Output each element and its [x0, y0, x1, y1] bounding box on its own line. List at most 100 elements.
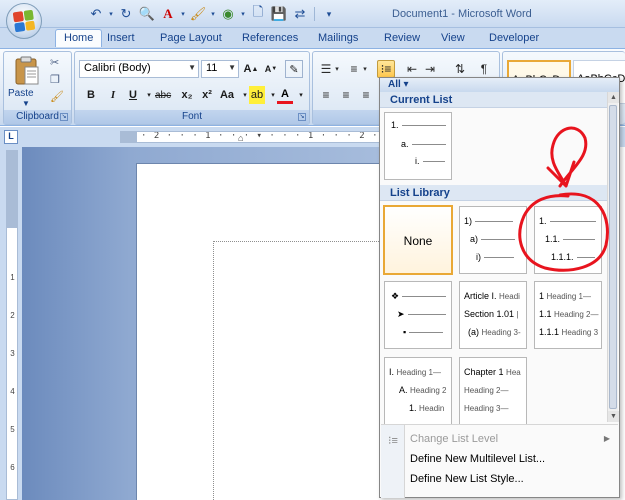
list-library-heading: List Library: [380, 185, 607, 201]
chevron-down-icon[interactable]: ▾: [333, 60, 341, 78]
multilevel-list-dropdown: All ▾ Current List 1. a. i. List Library…: [379, 77, 620, 498]
chevron-down-icon[interactable]: ▼: [228, 63, 236, 72]
ribbon-tabs: Home Insert Page Layout References Maili…: [0, 28, 625, 48]
office-button[interactable]: [6, 3, 42, 39]
list-tile-paren[interactable]: 1) a) i): [459, 206, 527, 274]
tab-home[interactable]: Home: [55, 29, 103, 47]
scroll-down-icon[interactable]: ▼: [608, 411, 619, 422]
show-formatting-icon[interactable]: ¶: [475, 60, 493, 78]
tab-page-layout[interactable]: Page Layout: [152, 30, 230, 48]
clipboard-launcher-icon[interactable]: ↘: [60, 113, 68, 121]
filter-all-dropdown[interactable]: All ▾: [388, 79, 409, 90]
menu-separator: [381, 424, 618, 425]
font-group: Calibri (Body) ▼ 11 ▼ A ▲ A ▼ ✎ B I U ▾ abc …: [74, 51, 310, 125]
clear-formatting-icon[interactable]: ✎: [285, 60, 303, 78]
superscript-button[interactable]: x²: [199, 86, 215, 104]
change-list-level-item[interactable]: ⁝≡ Change List Level ▶: [381, 430, 618, 450]
save-icon[interactable]: 💾: [270, 5, 288, 23]
square-bullet-icon: ▪: [403, 327, 407, 337]
indent-marker-icon[interactable]: ⌂: [238, 133, 243, 143]
arrow-bullet-icon: ➤: [397, 308, 405, 319]
font-launcher-icon[interactable]: ↘: [298, 113, 306, 121]
dropdown-header: All ▾: [380, 78, 619, 92]
chevron-down-icon[interactable]: ▾: [361, 60, 369, 78]
highlight-icon[interactable]: ab: [249, 86, 265, 104]
scroll-up-icon[interactable]: ▲: [608, 92, 619, 103]
format-painter-icon[interactable]: 🖌: [50, 90, 64, 104]
current-list-heading: Current List: [380, 92, 607, 108]
new-document-icon[interactable]: 🗋: [249, 4, 267, 23]
ruler-tick: 2: [10, 311, 15, 320]
dropdown-icon[interactable]: ▾: [180, 5, 186, 23]
current-list-tile[interactable]: 1. a. i.: [384, 112, 452, 180]
undo-icon[interactable]: ↶: [87, 5, 105, 23]
underline-button[interactable]: U: [125, 86, 141, 104]
cut-icon[interactable]: ✂: [50, 56, 64, 70]
list-tile-chapter[interactable]: Chapter 1 Hea Heading 2— Heading 3—: [459, 357, 527, 425]
shrink-font-button[interactable]: A ▼: [263, 60, 279, 78]
font-color-button[interactable]: A: [277, 86, 293, 104]
customize-toolbar-icon[interactable]: ▾: [320, 5, 338, 23]
chevron-down-icon[interactable]: ▾: [293, 86, 309, 104]
sort-icon[interactable]: ⇅: [451, 60, 469, 78]
list-tile-article-section[interactable]: Article I. Headi Section 1.01 | (a) Head…: [459, 281, 527, 349]
strikethrough-button[interactable]: abc: [155, 86, 171, 104]
tab-references[interactable]: References: [234, 30, 306, 48]
align-right-icon[interactable]: ≡: [357, 86, 375, 104]
toolbar-separator: [314, 7, 315, 21]
title-bar: ↶ ▾ ↻ 🔍 A ▾ 🖌 ▾ ◉ ▾ 🗋 💾 ⇄ ▾ Document1 - …: [0, 0, 625, 28]
redo-icon[interactable]: ↻: [117, 5, 135, 23]
tab-view[interactable]: View: [433, 30, 473, 48]
paste-icon[interactable]: [14, 56, 40, 86]
ruler-tick: 4: [10, 387, 15, 396]
list-tile-bullets[interactable]: ❖ ➤ ▪: [384, 281, 452, 349]
change-case-button[interactable]: Aa: [219, 86, 235, 104]
ruler-tick: 3: [10, 349, 15, 358]
tab-review[interactable]: Review: [376, 30, 428, 48]
list-tile-heading-decimal[interactable]: 1 Heading 1— 1.1 Heading 2— 1.1.1 Headin…: [534, 281, 602, 349]
decrease-indent-icon[interactable]: ⇤: [403, 60, 421, 78]
bold-button[interactable]: B: [83, 86, 99, 104]
paste-button[interactable]: Paste: [8, 88, 34, 99]
ruler-margin-shade: [120, 131, 136, 143]
ruler-tick: 1: [10, 273, 15, 282]
font-size-field[interactable]: 11 ▼: [201, 60, 239, 78]
vertical-ruler-margin-shade: [6, 150, 18, 228]
undo-dropdown-icon[interactable]: ▾: [108, 5, 114, 23]
list-tile-heading-roman[interactable]: I. Heading 1— A. Heading 2 1. Headin: [384, 357, 452, 425]
subscript-button[interactable]: x₂: [179, 86, 195, 104]
font-group-label: Font: [75, 110, 309, 124]
insert-object-icon[interactable]: ◉: [219, 5, 237, 23]
tab-insert[interactable]: Insert: [99, 30, 143, 48]
tab-selector[interactable]: L: [4, 130, 18, 144]
toolbar-more-icon[interactable]: ⇄: [291, 5, 309, 23]
list-tile-none[interactable]: None: [383, 205, 453, 275]
horizontal-ruler[interactable]: · 2 · · · 1 · · · ▾ · · · 1 · · · 2 · · …: [136, 131, 380, 143]
align-center-icon[interactable]: ≡: [337, 86, 355, 104]
chevron-down-icon[interactable]: ▼: [188, 63, 196, 72]
italic-button[interactable]: I: [105, 86, 121, 104]
quick-access-toolbar: ↶ ▾ ↻ 🔍 A ▾ 🖌 ▾ ◉ ▾ 🗋 💾 ⇄ ▾: [46, 4, 338, 23]
ruler-tick: 5: [10, 425, 15, 434]
define-multilevel-list-item[interactable]: Define New Multilevel List...: [381, 450, 618, 470]
scroll-thumb[interactable]: [609, 105, 617, 409]
define-list-style-item[interactable]: Define New List Style...: [381, 470, 618, 490]
font-color-icon[interactable]: A: [159, 5, 177, 23]
office-logo-icon: [12, 9, 36, 33]
gallery-scrollbar[interactable]: ▲ ▼: [607, 92, 619, 422]
tab-developer[interactable]: Developer: [481, 30, 547, 48]
grow-font-button[interactable]: A ▲: [243, 60, 259, 78]
increase-indent-icon[interactable]: ⇥: [421, 60, 439, 78]
submenu-arrow-icon: ▶: [603, 434, 610, 443]
copy-icon[interactable]: ❐: [50, 73, 64, 87]
multilevel-list-button[interactable]: ⁝≡: [377, 60, 395, 78]
dropdown-icon[interactable]: ▾: [210, 5, 216, 23]
format-painter-icon[interactable]: 🖌: [189, 5, 207, 23]
list-tile-decimal-outline[interactable]: 1. 1.1. 1.1.1.: [534, 206, 602, 274]
font-name-field[interactable]: Calibri (Body) ▼: [79, 60, 199, 78]
paste-dropdown-icon[interactable]: ▼: [22, 99, 30, 108]
tab-mailings[interactable]: Mailings: [310, 30, 366, 48]
print-preview-icon[interactable]: 🔍: [138, 5, 156, 23]
align-left-icon[interactable]: ≡: [317, 86, 335, 104]
dropdown-icon[interactable]: ▾: [240, 5, 246, 23]
